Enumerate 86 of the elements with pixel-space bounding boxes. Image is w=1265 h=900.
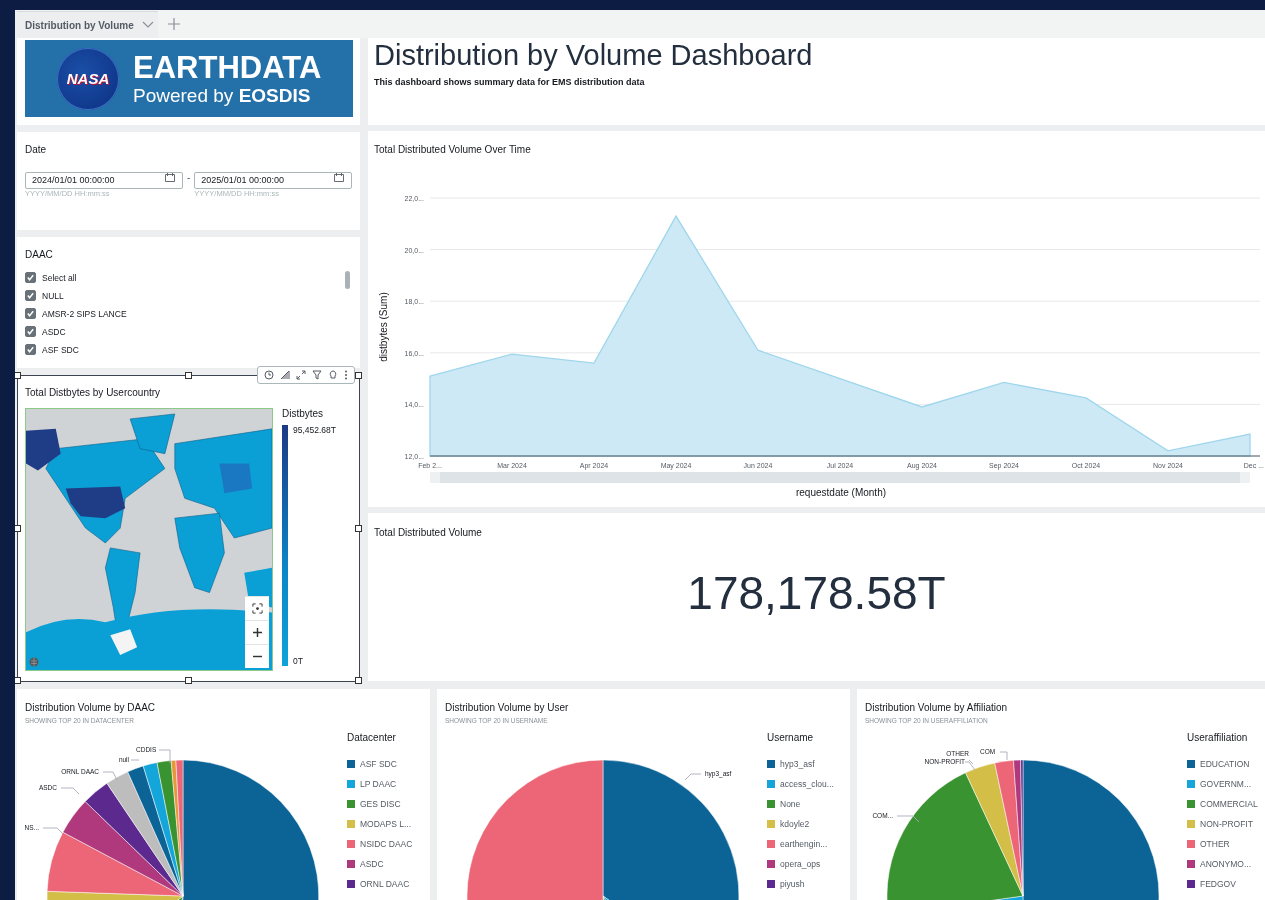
sheet-tab[interactable]: Distribution by Volume (17, 11, 158, 38)
chevron-down-icon[interactable] (141, 21, 154, 29)
visual-title: Distribution Volume by User (445, 702, 570, 713)
legend-label[interactable]: ANONYMO... (1200, 858, 1251, 869)
legend-title: Username (767, 732, 815, 743)
resize-handle[interactable] (15, 677, 21, 684)
dashboard-title: Distribution by Volume Dashboard (374, 38, 814, 72)
checkbox-label[interactable]: ASDC (42, 326, 66, 337)
checkbox[interactable] (25, 272, 36, 283)
checkbox[interactable] (25, 308, 36, 319)
legend-title: Datacenter (347, 732, 397, 743)
scale-max-label: 95,452.68T (293, 425, 336, 435)
logo-title: EARTHDATA (133, 50, 322, 85)
visual-title: Total Distbytes by Usercountry (25, 387, 162, 398)
leader-line (158, 749, 171, 764)
calendar-icon[interactable] (334, 173, 345, 182)
leader-line (102, 771, 118, 781)
legend-label[interactable]: kdoyle2 (780, 818, 810, 829)
visual-title: Total Distributed Volume (374, 527, 483, 538)
visual-title: Total Distributed Volume Over Time (373, 144, 532, 155)
lightbulb-icon[interactable] (328, 370, 338, 380)
legend-title: Distbytes (282, 408, 325, 419)
checkbox[interactable] (25, 290, 36, 301)
axis-title: requestdate (Month) (795, 487, 887, 498)
leader-line (60, 787, 80, 795)
leader-line (684, 773, 702, 781)
legend-label[interactable]: NSIDC DAAC (360, 838, 413, 849)
checkbox-label[interactable]: ASF SDC (42, 344, 79, 355)
leader-line (999, 751, 1008, 761)
scale-min-label: 0T (293, 656, 304, 666)
resize-handle[interactable] (355, 524, 362, 532)
legend-label[interactable]: GES DISC (360, 798, 401, 809)
leader-line (42, 827, 64, 835)
expand-icon[interactable] (296, 370, 306, 380)
checkbox-label[interactable]: AMSR-2 SIPS LANCE (42, 308, 127, 319)
legend-label[interactable]: ASDC (360, 858, 384, 869)
more-icon[interactable] (344, 370, 348, 380)
visual-title: Distribution Volume by DAAC (25, 702, 157, 713)
resize-handle[interactable] (355, 372, 362, 379)
checkbox-label[interactable]: NULL (42, 290, 64, 301)
calendar-icon[interactable] (165, 173, 175, 182)
legend-label[interactable]: earthengin... (780, 838, 828, 849)
checkbox-label[interactable]: Select all (42, 272, 77, 283)
chart-icon[interactable] (280, 370, 290, 380)
logo-emblem: NASA (57, 47, 119, 110)
legend-label[interactable]: ORNL DAAC (360, 878, 410, 889)
plus-icon[interactable] (252, 628, 262, 637)
chart-scrollbar[interactable] (430, 472, 1250, 483)
clock-icon[interactable] (264, 370, 274, 380)
resize-handle[interactable] (184, 677, 192, 684)
legend-label[interactable]: piyush (780, 878, 805, 889)
date-field[interactable]: 2025/01/01 00:00:00 (194, 171, 353, 189)
checkbox[interactable] (25, 326, 36, 337)
legend-label[interactable]: opera_ops (780, 858, 821, 869)
filter-label: Date (25, 144, 48, 155)
legend-label[interactable]: MODAPS L... (360, 818, 411, 829)
kpi-value: 178,178.58T (687, 566, 946, 620)
legend-label[interactable]: NON-PROFIT (1200, 818, 1253, 829)
legend-label[interactable]: ASF SDC (360, 758, 397, 769)
date-field[interactable]: 2024/01/01 00:00:00 (25, 171, 183, 189)
legend-label[interactable]: LP DAAC (360, 778, 397, 789)
resize-handle[interactable] (184, 372, 192, 379)
legend-label[interactable]: access_clou... (780, 778, 834, 789)
dashboard-description: This dashboard shows summary data for EMS distribution data (374, 77, 646, 87)
visual-title: Distribution Volume by Affiliation (865, 702, 1009, 713)
legend-label[interactable]: None (780, 798, 801, 809)
legend-label[interactable]: EDUCATION (1200, 758, 1250, 769)
resize-handle[interactable] (355, 677, 362, 684)
resize-handle[interactable] (15, 372, 21, 379)
recenter-icon[interactable] (251, 603, 263, 614)
resize-handle[interactable] (15, 524, 21, 532)
axis-title: distbytes (Sum) (378, 292, 389, 362)
legend-label[interactable]: COMMERCIAL (1200, 798, 1258, 809)
logo-tagline: Powered by EOSDIS (133, 84, 312, 107)
range-separator: - (187, 171, 191, 185)
legend-title: Useraffiliation (1187, 732, 1249, 743)
leader-line (130, 759, 140, 761)
legend-label[interactable]: GOVERNM... (1200, 778, 1251, 789)
scrollbar[interactable] (345, 271, 350, 289)
legend-label[interactable]: hyp3_asf (780, 758, 815, 769)
legend-label[interactable]: OTHER (1200, 838, 1230, 849)
legend-label[interactable]: FEDGOV (1200, 878, 1236, 889)
leader-line (896, 815, 920, 823)
filter-icon[interactable] (312, 370, 322, 380)
filter-label: DAAC (25, 249, 54, 260)
checkbox[interactable] (25, 344, 36, 355)
